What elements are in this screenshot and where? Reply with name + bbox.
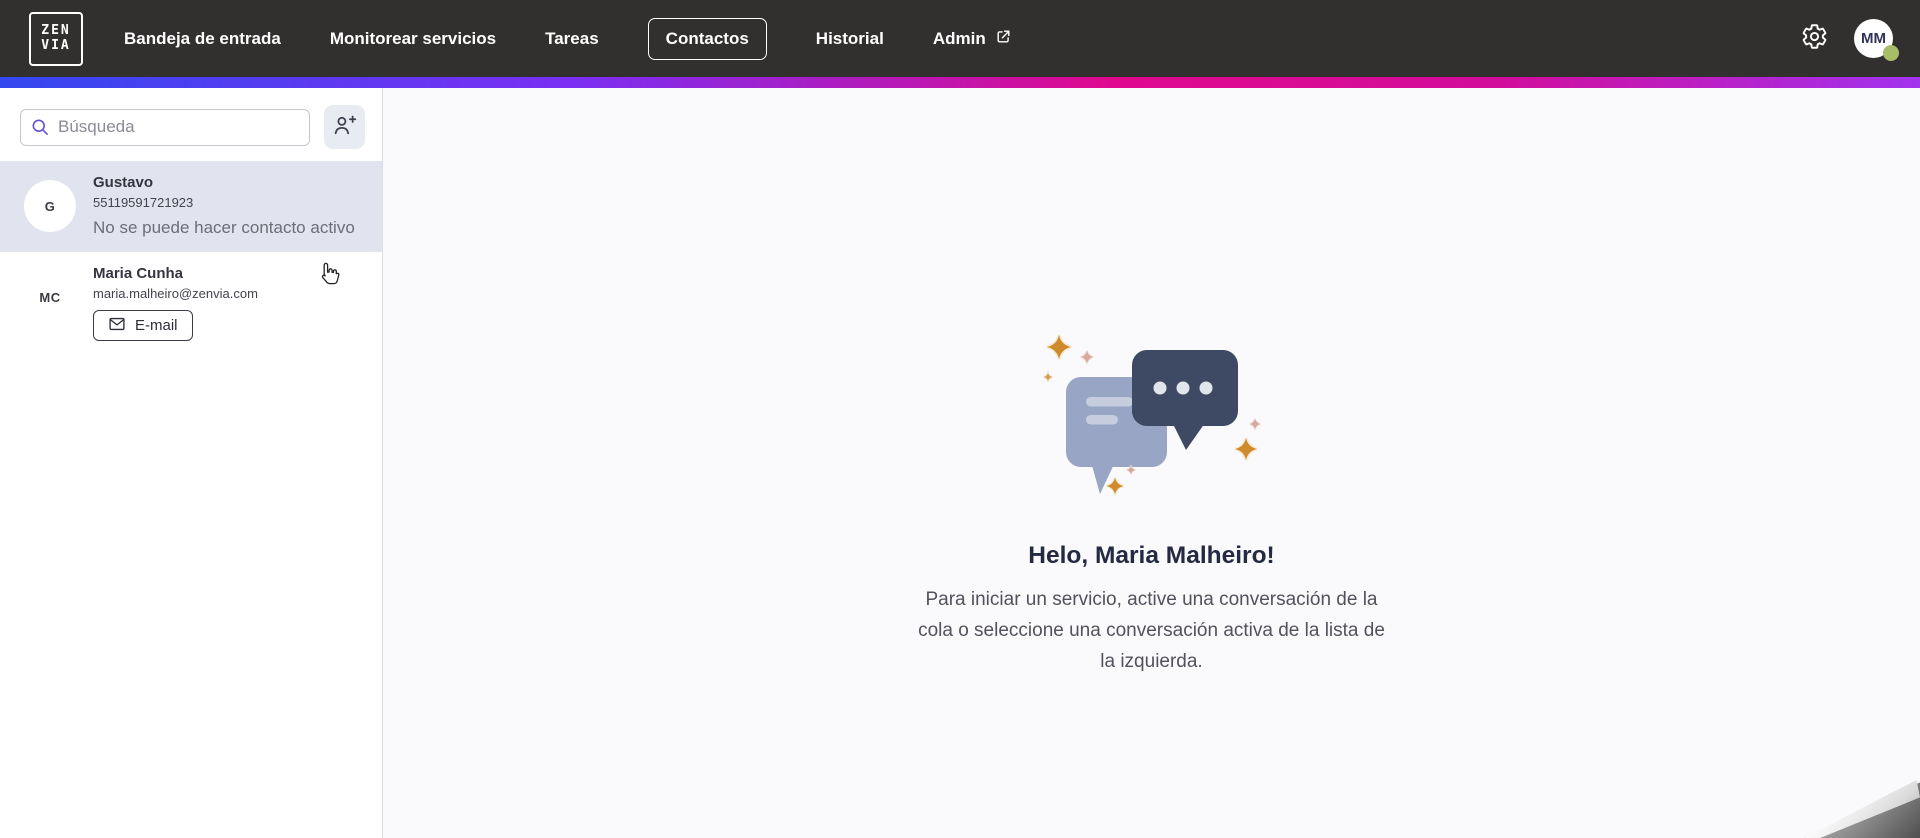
envelope-icon xyxy=(108,315,126,337)
nav-item-historial[interactable]: Historial xyxy=(816,29,884,49)
top-navigation: ZEN VIA Bandeja de entrada Monitorear se… xyxy=(0,0,1920,77)
contact-row-gustavo[interactable]: G Gustavo 55119591721923 No se puede hac… xyxy=(0,161,382,252)
zenvia-logo[interactable]: ZEN VIA xyxy=(29,11,83,66)
person-add-icon xyxy=(332,113,357,141)
search-input[interactable] xyxy=(20,108,310,146)
contact-name: Gustavo xyxy=(93,174,154,191)
settings-button[interactable] xyxy=(1798,23,1830,55)
email-button[interactable]: E-mail xyxy=(93,310,193,341)
nav-item-admin[interactable]: Admin xyxy=(933,28,1012,50)
avatar-initials: MM xyxy=(1861,30,1886,47)
nav-item-bandeja-de-entrada[interactable]: Bandeja de entrada xyxy=(124,29,281,49)
logo-text-top: ZEN xyxy=(41,23,71,38)
logo-text-bottom: VIA xyxy=(41,38,71,53)
contact-avatar: MC xyxy=(24,271,76,323)
online-status-dot xyxy=(1883,45,1899,61)
nav-menu: Bandeja de entrada Monitorear servicios … xyxy=(124,17,1012,60)
add-contact-button[interactable] xyxy=(324,105,365,149)
instructions-text: Para iniciar un servicio, active una con… xyxy=(918,589,1385,672)
contact-phone: 55119591721923 xyxy=(93,195,194,210)
nav-right-cluster: MM xyxy=(1798,19,1899,61)
contact-name: Maria Cunha xyxy=(93,265,184,282)
nav-item-contactos[interactable]: Contactos xyxy=(647,17,767,60)
search-icon xyxy=(30,117,50,142)
nav-item-tareas[interactable]: Tareas xyxy=(545,29,599,49)
user-avatar[interactable]: MM xyxy=(1854,19,1899,61)
nav-item-admin-label: Admin xyxy=(932,28,986,48)
contacts-sidebar: G Gustavo 55119591721923 No se puede hac… xyxy=(0,88,383,838)
page-curl-corner[interactable] xyxy=(1804,780,1920,838)
greeting-heading: Helo, Maria Malheiro! xyxy=(1028,542,1275,569)
contact-email: maria.malheiro@zenvia.com xyxy=(93,286,258,301)
email-button-label: E-mail xyxy=(135,317,178,334)
chat-bubbles-illustration xyxy=(1029,320,1289,505)
contact-list: G Gustavo 55119591721923 No se puede hac… xyxy=(0,161,382,346)
contact-row-maria-cunha[interactable]: MC Maria Cunha maria.malheiro@zenvia.com… xyxy=(0,252,382,346)
empty-state-panel: Helo, Maria Malheiro! Para iniciar un se… xyxy=(383,88,1920,838)
nav-item-monitorear-servicios[interactable]: Monitorear servicios xyxy=(330,29,496,49)
external-link-icon xyxy=(995,28,1012,50)
contact-avatar: G xyxy=(24,180,76,232)
brand-gradient-bar xyxy=(0,77,1920,88)
contact-status-text: No se puede hacer contacto activo xyxy=(93,218,355,237)
gear-icon xyxy=(1801,23,1828,55)
